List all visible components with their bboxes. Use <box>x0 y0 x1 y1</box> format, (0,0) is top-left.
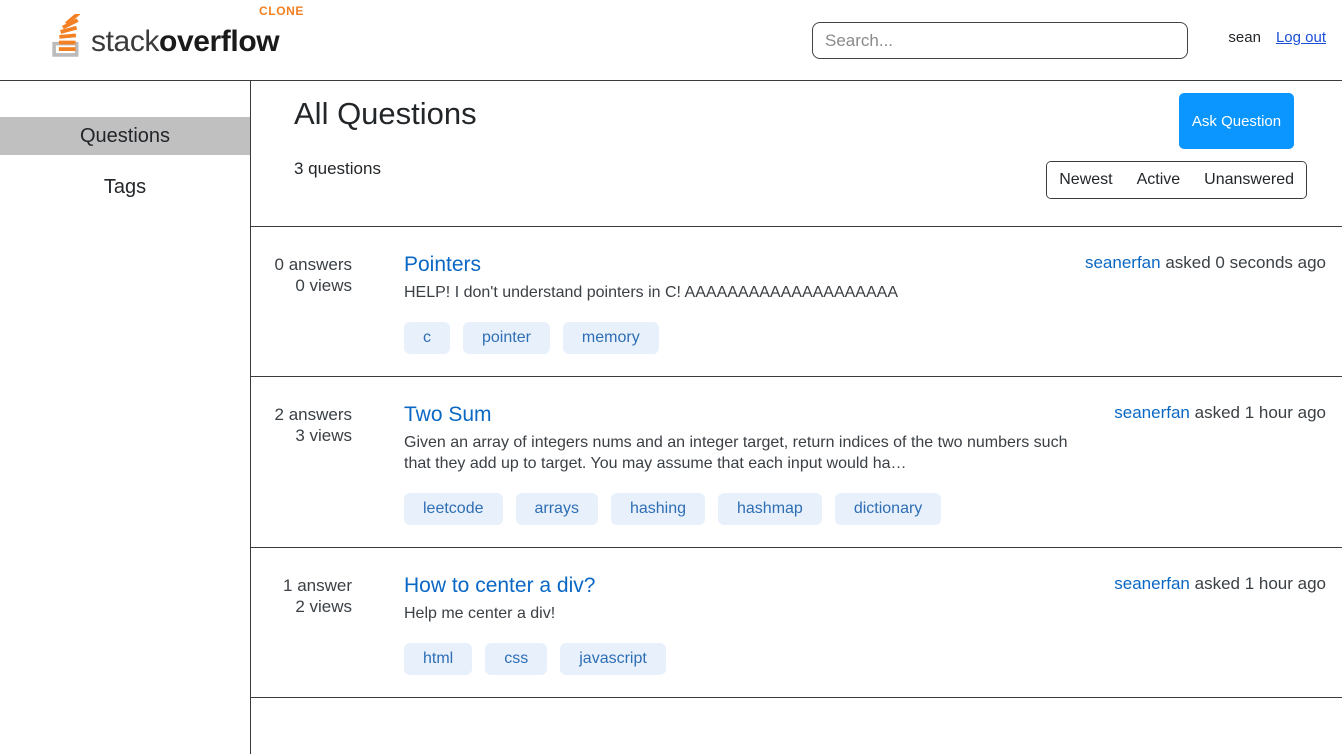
question-meta: seanerfan asked 0 seconds ago <box>1085 253 1326 273</box>
question-author-link[interactable]: seanerfan <box>1114 574 1190 593</box>
question-title-link[interactable]: Two Sum <box>404 402 492 428</box>
site-logo[interactable]: stackoverflow CLONE <box>47 4 303 59</box>
question-row: 2 answers 3 views Two Sum Given an array… <box>251 377 1342 548</box>
question-author-link[interactable]: seanerfan <box>1085 253 1161 272</box>
tag-pill[interactable]: dictionary <box>834 493 942 525</box>
question-excerpt: Given an array of integers nums and an i… <box>404 434 1068 472</box>
logout-link[interactable]: Log out <box>1276 29 1326 46</box>
question-asked-time: asked 0 seconds ago <box>1160 253 1326 272</box>
question-title-link[interactable]: How to center a div? <box>404 573 595 599</box>
tag-pill[interactable]: arrays <box>515 493 598 525</box>
answer-count: 0 answers <box>274 255 352 274</box>
question-meta: seanerfan asked 1 hour ago <box>1114 574 1326 594</box>
question-count: 3 questions <box>294 159 381 178</box>
answer-count: 1 answer <box>283 576 352 595</box>
answer-count: 2 answers <box>274 405 352 424</box>
question-row: 0 answers 0 views Pointers HELP! I don't… <box>251 227 1342 377</box>
tag-pill[interactable]: pointer <box>463 322 550 354</box>
logo-wordmark: stackoverflow <box>91 25 280 58</box>
tag-pill[interactable]: html <box>404 643 473 675</box>
question-row: 1 answer 2 views How to center a div? He… <box>251 548 1342 698</box>
sidebar-nav: Questions Tags <box>0 81 251 754</box>
question-asked-time: asked 1 hour ago <box>1189 574 1326 593</box>
tag-pill[interactable]: css <box>485 643 548 675</box>
question-asked-time: asked 1 hour ago <box>1189 403 1326 422</box>
question-stats: 2 answers 3 views <box>251 402 352 525</box>
view-count: 3 views <box>295 426 352 445</box>
filter-newest[interactable]: Newest <box>1047 162 1125 198</box>
page-title: All Questions <box>294 96 477 131</box>
stack-overflow-logo-icon <box>52 14 81 57</box>
view-count: 2 views <box>295 597 352 616</box>
tag-pill[interactable]: hashmap <box>718 493 822 525</box>
question-excerpt: Help me center a div! <box>404 605 556 622</box>
tag-pill[interactable]: javascript <box>560 643 666 675</box>
tag-pill[interactable]: memory <box>562 322 659 354</box>
main-content: All Questions 3 questions Ask Question N… <box>251 81 1342 754</box>
question-tags: c pointer memory <box>404 322 1332 354</box>
question-title-link[interactable]: Pointers <box>404 252 481 278</box>
tag-pill[interactable]: c <box>404 322 450 354</box>
question-meta: seanerfan asked 1 hour ago <box>1114 403 1326 423</box>
logo-clone-badge: CLONE <box>259 4 304 18</box>
sidebar-item-questions[interactable]: Questions <box>0 117 250 155</box>
body-wrapper: Questions Tags All Questions 3 questions… <box>0 81 1342 754</box>
view-count: 0 views <box>295 276 352 295</box>
tag-pill[interactable]: leetcode <box>404 493 503 525</box>
filter-group: Newest Active Unanswered <box>1046 161 1307 199</box>
question-stats: 0 answers 0 views <box>251 252 352 354</box>
user-area: sean Log out <box>1228 29 1326 46</box>
question-tags: html css javascript <box>404 643 1332 675</box>
filter-unanswered[interactable]: Unanswered <box>1192 162 1306 198</box>
question-tags: leetcode arrays hashing hashmap dictiona… <box>404 493 1332 525</box>
question-stats: 1 answer 2 views <box>251 573 352 675</box>
filter-active[interactable]: Active <box>1124 162 1193 198</box>
logo-text-bold: overflow <box>159 25 280 58</box>
ask-question-button[interactable]: Ask Question <box>1179 93 1294 149</box>
tag-pill[interactable]: hashing <box>610 493 705 525</box>
sidebar-item-tags[interactable]: Tags <box>0 168 250 206</box>
question-author-link[interactable]: seanerfan <box>1114 403 1190 422</box>
site-header: stackoverflow CLONE sean Log out <box>0 0 1342 81</box>
logo-text-light: stack <box>91 25 160 58</box>
question-excerpt: HELP! I don't understand pointers in C! … <box>404 284 898 301</box>
search-input[interactable] <box>812 22 1188 59</box>
current-username: sean <box>1228 29 1261 46</box>
page-header: All Questions 3 questions Ask Question N… <box>251 81 1342 227</box>
